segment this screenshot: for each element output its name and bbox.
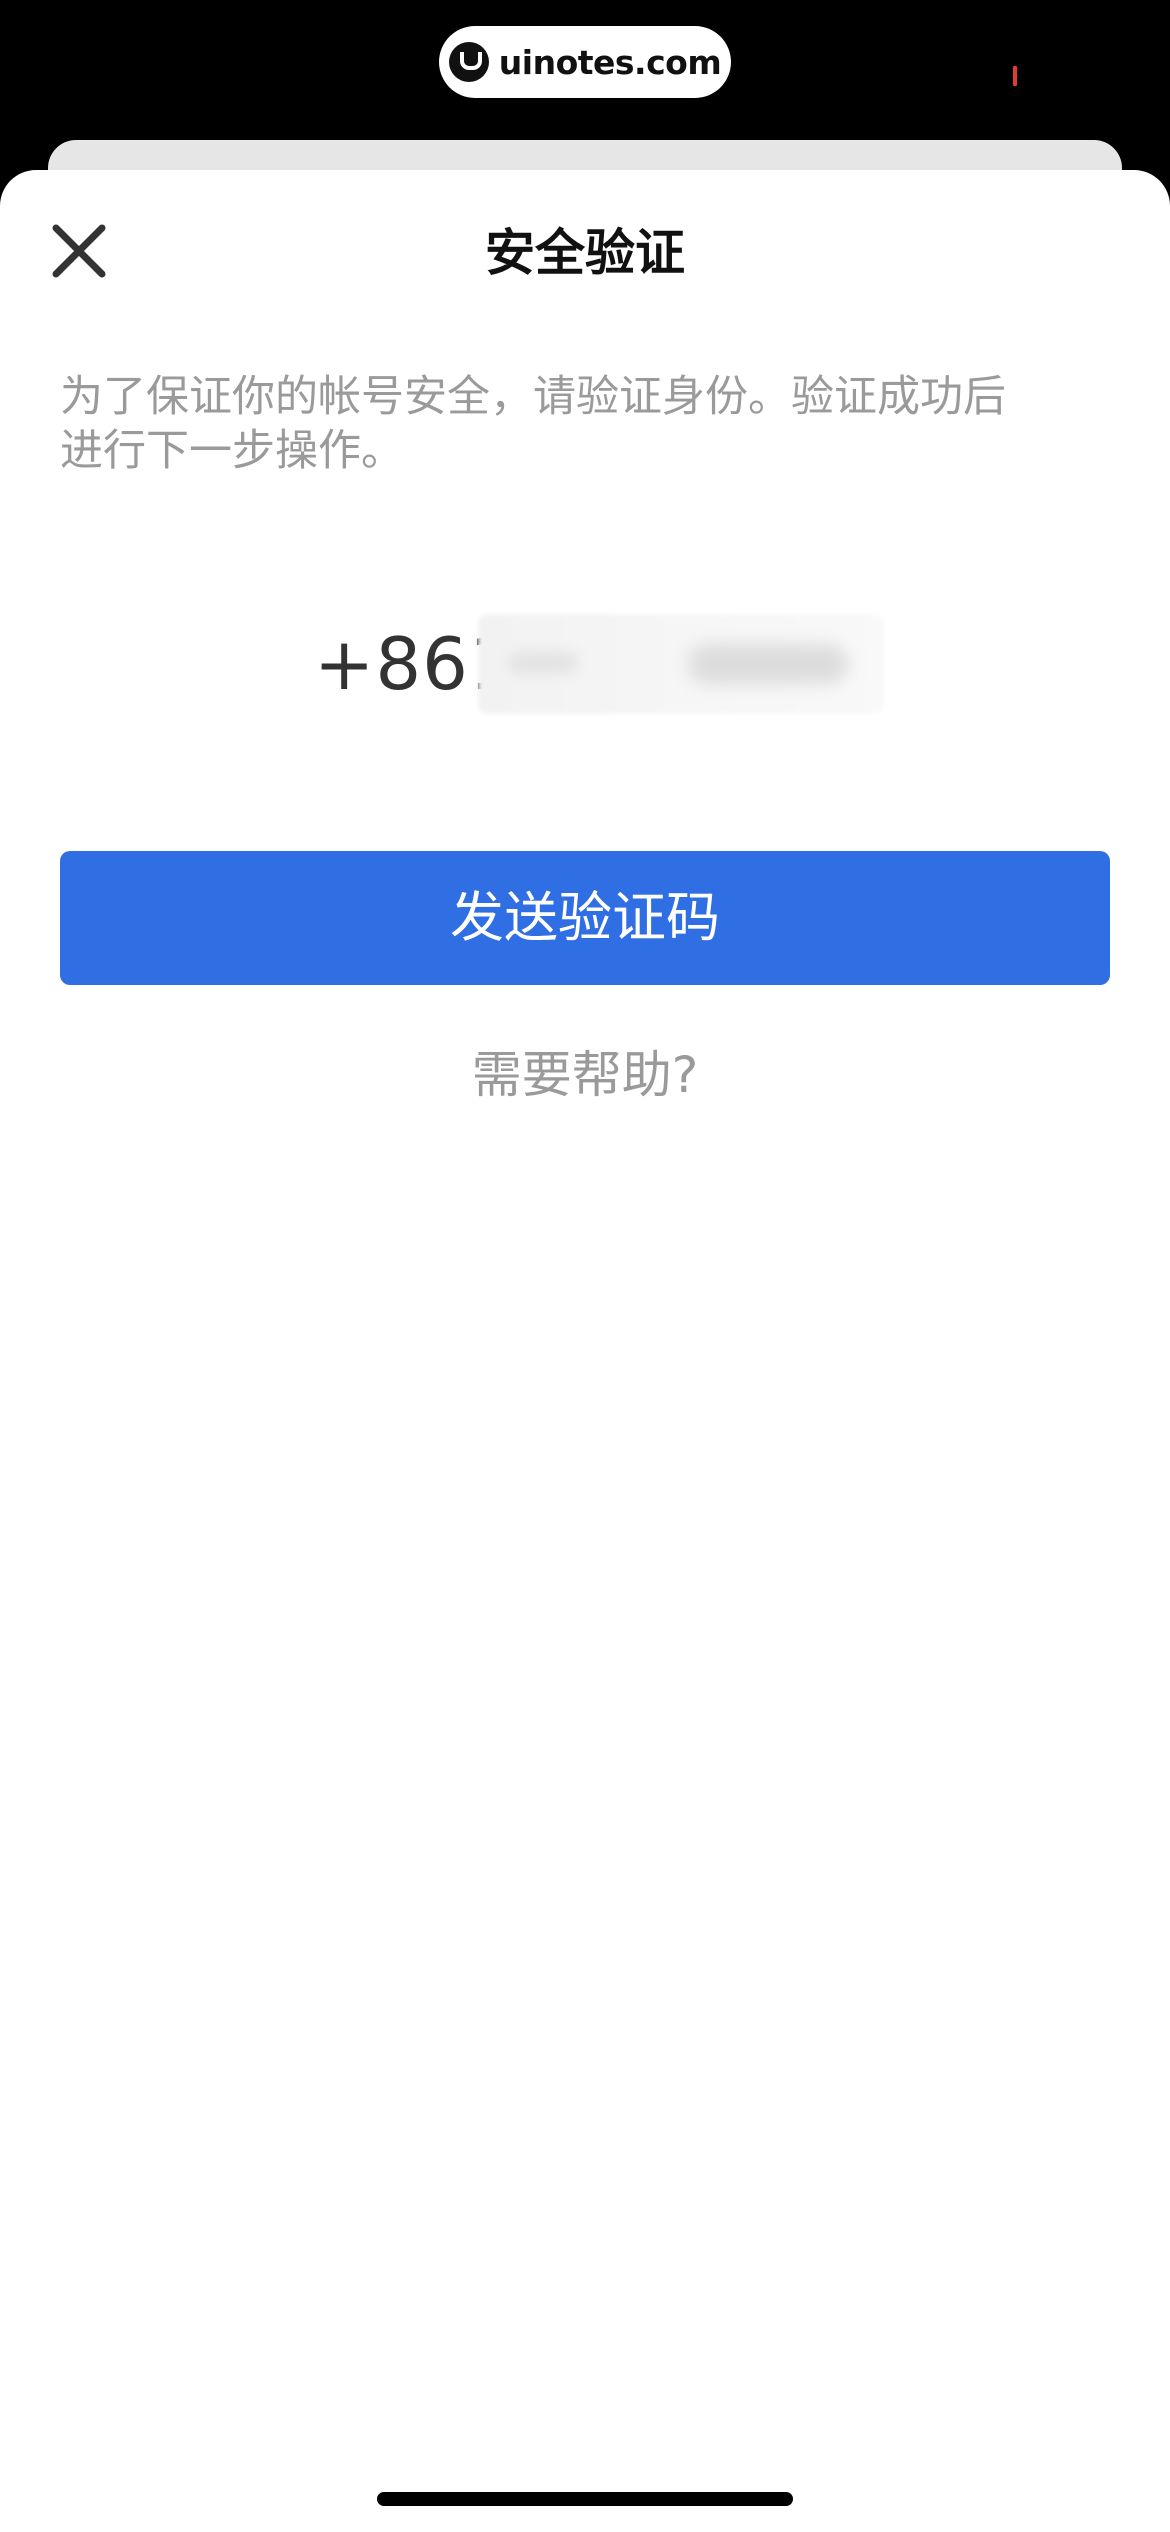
help-link[interactable]: 需要帮助? xyxy=(0,1040,1170,1110)
verification-sheet xyxy=(0,170,1170,2532)
send-code-button[interactable]: 发送验证码 xyxy=(60,851,1110,985)
watermark-badge: uinotes.com xyxy=(439,26,731,98)
page-title: 安全验证 xyxy=(485,224,685,282)
screen: uinotes.com 安全验证 为了保证你的帐号安全，请验证身份。验证成功后 … xyxy=(0,0,1170,2532)
description-line-1: 为了保证你的帐号安全，请验证身份。验证成功后 xyxy=(60,372,1006,422)
description-line-2: 进行下一步操作。 xyxy=(60,426,404,476)
uinotes-logo-icon xyxy=(448,42,489,82)
phone-number: +861 xyxy=(0,612,1170,716)
description-text: 为了保证你的帐号安全，请验证身份。验证成功后 进行下一步操作。 xyxy=(60,370,1110,478)
status-indicator xyxy=(1013,66,1017,86)
home-indicator xyxy=(377,2492,793,2506)
phone-redacted-blur xyxy=(478,614,884,714)
watermark-text: uinotes.com xyxy=(498,42,722,82)
